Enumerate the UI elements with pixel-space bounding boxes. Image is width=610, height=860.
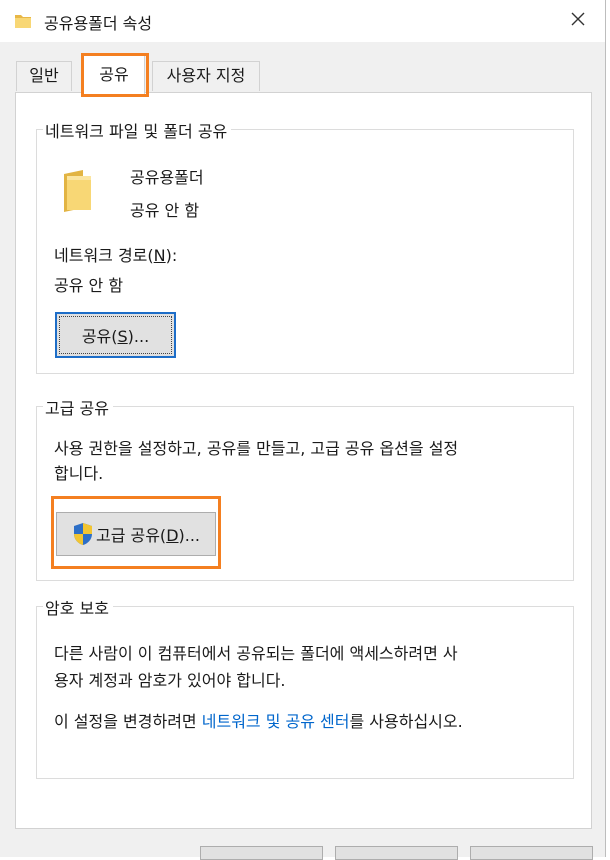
network-path-value: 공유 안 함	[54, 276, 124, 295]
tab-sharing-label: 공유	[99, 65, 129, 84]
window-title: 공유용폴더 속성	[44, 14, 153, 33]
folder-name: 공유용폴더	[130, 168, 204, 187]
tab-sharing[interactable]: 공유	[83, 55, 145, 95]
folder-share-status: 공유 안 함	[130, 201, 200, 220]
close-icon	[570, 11, 586, 31]
password-protection-line3-prefix: 이 설정을 변경하려면	[54, 712, 202, 731]
password-protection-line2: 용자 계정과 암호가 있어야 합니다.	[54, 671, 286, 690]
sharing-tab-panel: 네트워크 파일 및 폴더 공유 공유용폴더 공유 안 함 네트워크 경로(N):…	[15, 92, 592, 829]
apply-button[interactable]	[470, 846, 593, 860]
advanced-sharing-description-line1: 사용 권한을 설정하고, 공유를 만들고, 고급 공유 옵션을 설정	[54, 439, 459, 458]
network-sharing-center-link[interactable]: 네트워크 및 공유 센터	[202, 712, 350, 731]
tab-customize-label: 사용자 지정	[166, 66, 246, 85]
tab-general-label: 일반	[29, 66, 59, 85]
tab-general[interactable]: 일반	[16, 61, 72, 91]
network-path-label: 네트워크 경로(N):	[54, 246, 178, 265]
share-button-label: 공유(S)...	[81, 327, 150, 346]
close-button[interactable]	[556, 4, 600, 38]
password-protection-line3: 이 설정을 변경하려면 네트워크 및 공유 센터를 사용하십시오.	[54, 708, 463, 732]
share-button[interactable]: 공유(S)...	[55, 312, 176, 358]
shared-folder-icon	[61, 170, 95, 216]
advanced-sharing-description-line2: 합니다.	[54, 464, 104, 483]
advanced-sharing-button-label: 고급 공유(D)...	[95, 526, 201, 545]
background-edge	[606, 0, 610, 857]
password-protection-line3-suffix: 를 사용하십시오.	[349, 712, 463, 731]
title-bar: 공유용폴더 속성	[0, 0, 605, 42]
advanced-sharing-group: 고급 공유 사용 권한을 설정하고, 공유를 만들고, 고급 공유 옵션을 설정…	[36, 395, 574, 581]
password-protection-line1: 다른 사람이 이 컴퓨터에서 공유되는 폴더에 액세스하려면 사	[54, 644, 458, 663]
advanced-sharing-button[interactable]: 고급 공유(D)...	[56, 512, 216, 556]
ok-button[interactable]	[200, 846, 323, 860]
password-protection-group: 암호 보호 다른 사람이 이 컴퓨터에서 공유되는 폴더에 액세스하려면 사 용…	[36, 595, 574, 779]
password-protection-group-title: 암호 보호	[43, 595, 113, 619]
tab-customize[interactable]: 사용자 지정	[152, 61, 260, 91]
folder-icon	[14, 12, 32, 30]
advanced-sharing-group-title: 고급 공유	[43, 395, 113, 419]
uac-shield-icon	[72, 522, 94, 546]
network-sharing-group-title: 네트워크 파일 및 폴더 공유	[43, 118, 232, 142]
network-sharing-group: 네트워크 파일 및 폴더 공유 공유용폴더 공유 안 함 네트워크 경로(N):…	[36, 118, 574, 374]
cancel-button[interactable]	[335, 846, 458, 860]
properties-dialog: 공유용폴더 속성 일반 공유 사용자 지정 네트워크 파일 및 폴더 공유 공유…	[0, 0, 606, 860]
